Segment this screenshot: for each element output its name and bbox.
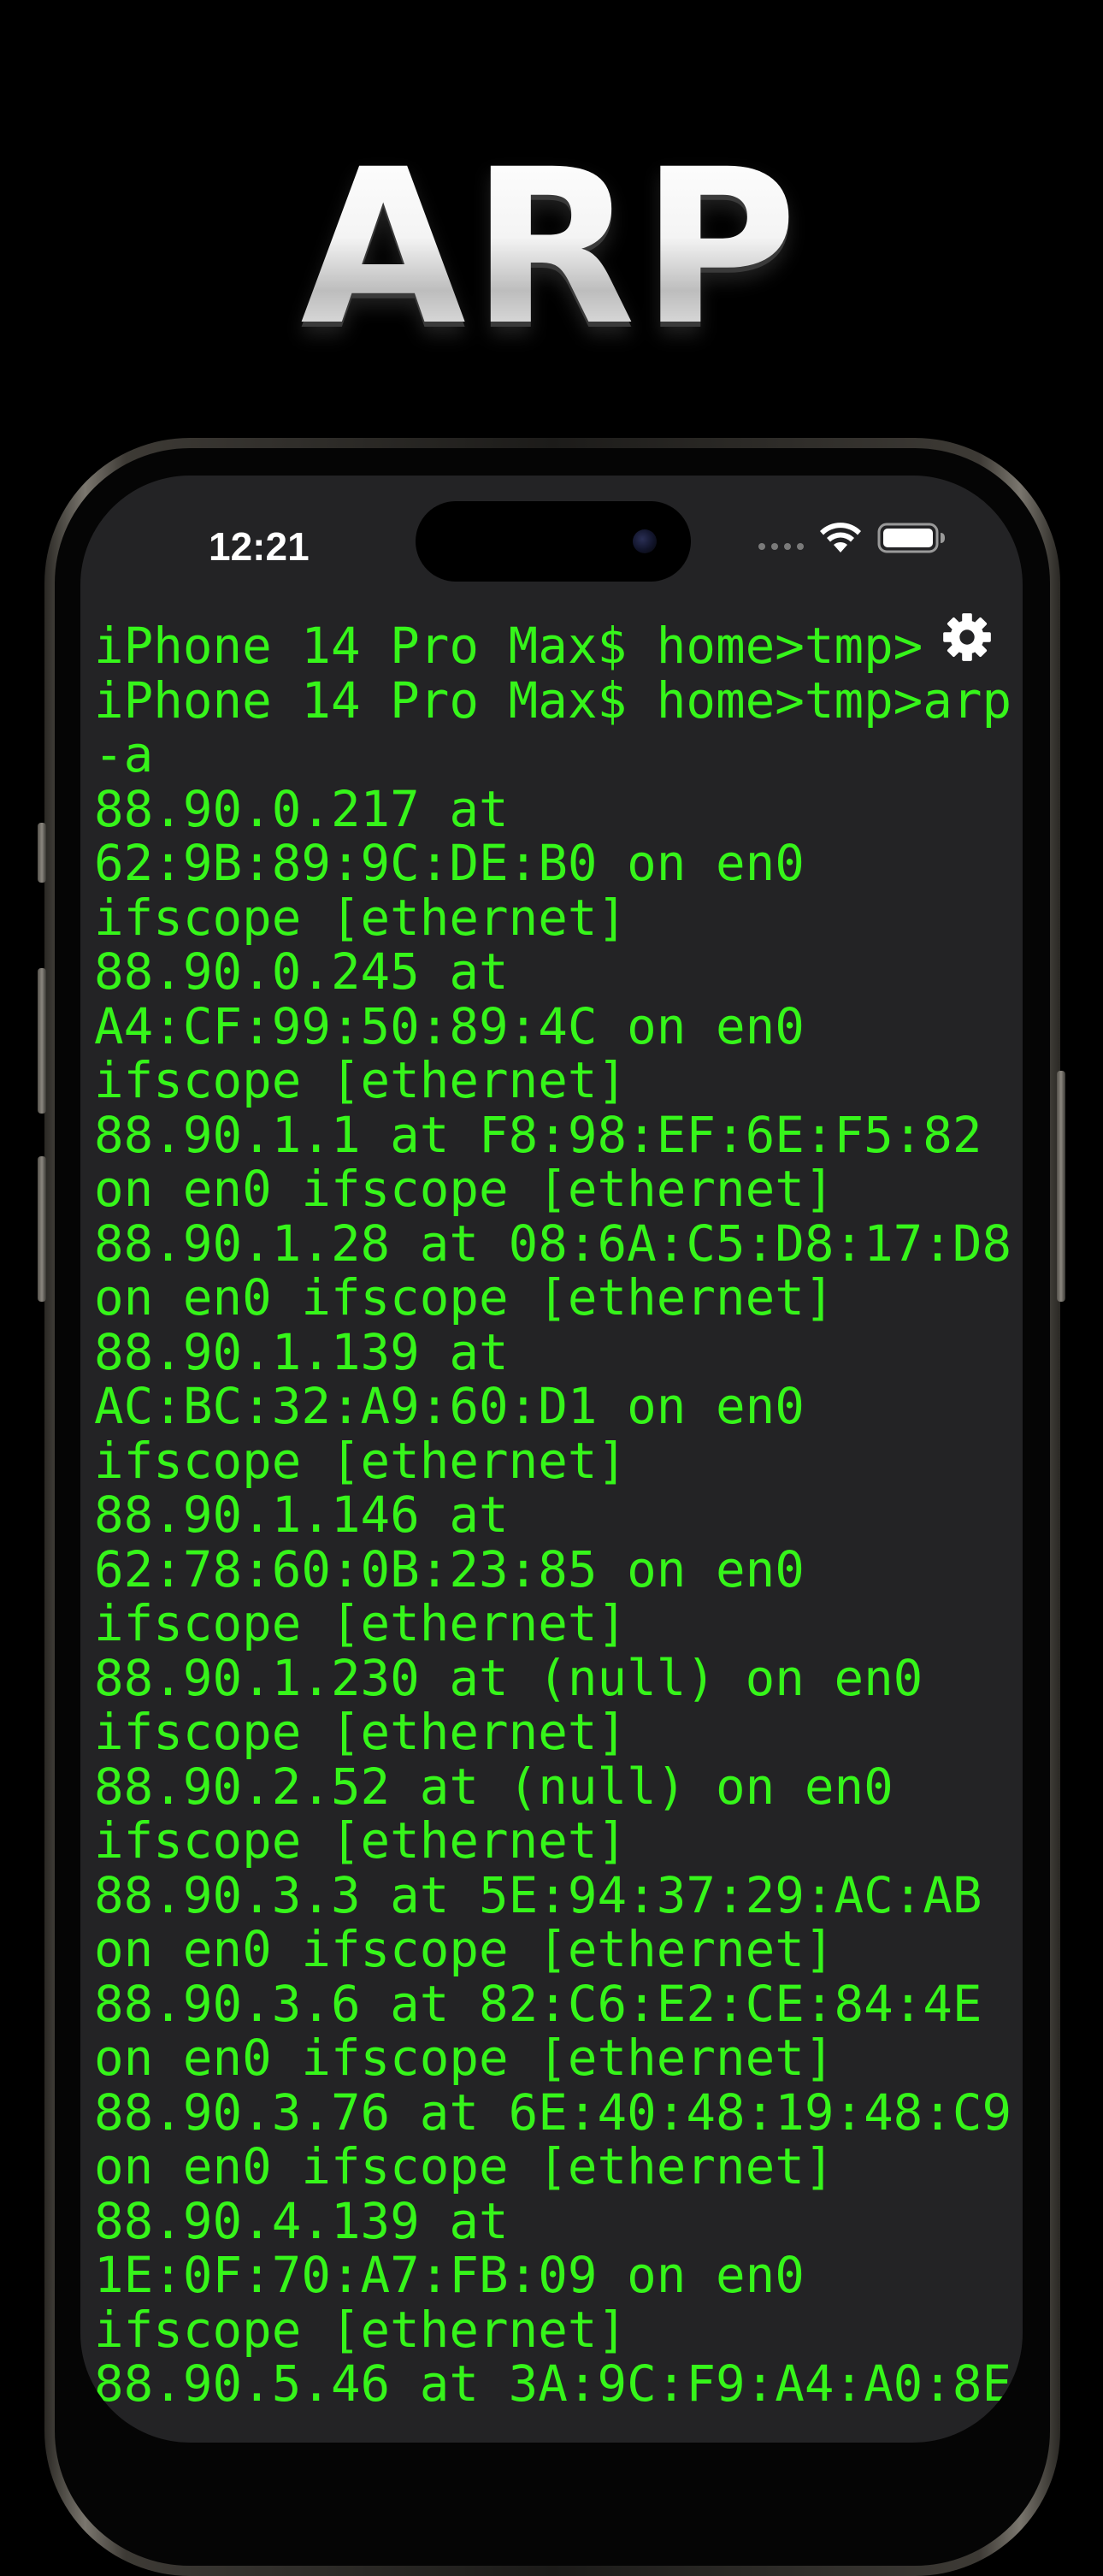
wifi-icon: [820, 523, 861, 552]
action-button: [38, 823, 46, 883]
terminal-line: ifscope [ethernet]: [94, 2301, 628, 2359]
cellular-dots-icon: [758, 543, 804, 550]
terminal-line: A4:CF:99:50:89:4C on en0: [94, 997, 805, 1055]
terminal-line: 88.90.1.139 at: [94, 1323, 509, 1381]
status-icons: [758, 522, 946, 554]
terminal-line: 88.90.0.245 at: [94, 943, 509, 1001]
terminal-line: 88.90.1.1 at F8:98:EF:6E:F5:82: [94, 1106, 982, 1164]
terminal-line: on en0 ifscope [ethernet]: [94, 2029, 835, 2087]
terminal-line: ifscope [ethernet]: [94, 1812, 628, 1870]
terminal-line: on en0 ifscope [ethernet]: [94, 1921, 835, 1978]
terminal-line: 62:9B:89:9C:DE:B0 on en0: [94, 835, 805, 892]
terminal-line: 1E:0F:70:A7:FB:09 on en0: [94, 2247, 805, 2304]
page-title: ARP: [0, 141, 1103, 355]
terminal-line: AC:BC:32:A9:60:D1 on en0: [94, 1378, 805, 1435]
battery-icon: [877, 523, 945, 553]
terminal-line: -a: [94, 726, 154, 783]
terminal-line: 62:78:60:0B:23:85 on en0: [94, 1540, 805, 1598]
terminal-line: 88.90.0.217 at: [94, 780, 509, 838]
dynamic-island: [416, 501, 691, 582]
terminal-line: 88.90.2.52 at (null) on en0: [94, 1758, 894, 1816]
power-button: [1057, 1071, 1065, 1302]
terminal-line: iPhone 14 Pro Max$ home>tmp>: [94, 617, 923, 675]
volume-down-button: [38, 1156, 46, 1302]
terminal-line: on en0 ifscope [ethernet]: [94, 2138, 835, 2195]
terminal-line: on en0 ifscope [ethernet]: [94, 1269, 835, 1326]
terminal-line: ifscope [ethernet]: [94, 1052, 628, 1109]
terminal-line: ifscope [ethernet]: [94, 1432, 628, 1490]
terminal-line: 88.90.1.28 at 08:6A:C5:D8:17:D8: [94, 1214, 1012, 1273]
volume-up-button: [38, 968, 46, 1114]
app-screen: 12:21 iPhone 14 Pro Max$ home>tmp> iPhon…: [80, 476, 1023, 2443]
terminal-line: on en0 ifscope [ethernet]: [94, 1161, 835, 1218]
terminal-line: ifscope [ethernet]: [94, 889, 628, 947]
terminal-line: 88.90.5.46 at 3A:9C:F9:A4:A0:8E: [94, 2355, 1012, 2413]
terminal-line: 88.90.3.3 at 5E:94:37:29:AC:AB: [94, 1866, 982, 1924]
terminal-line: ifscope [ethernet]: [94, 1595, 628, 1652]
terminal-line: 88.90.3.6 at 82:C6:E2:CE:84:4E: [94, 1975, 982, 2033]
terminal-line: ifscope [ethernet]: [94, 1704, 628, 1761]
camera-lens-icon: [633, 529, 657, 553]
terminal-line: iPhone 14 Pro Max$ home>tmp>arp: [94, 671, 1012, 730]
terminal-output[interactable]: iPhone 14 Pro Max$ home>tmp> iPhone 14 Pr…: [94, 619, 1013, 2412]
status-time: 12:21: [209, 524, 310, 569]
terminal-line: 88.90.4.139 at: [94, 2192, 509, 2250]
terminal-line: 88.90.1.230 at (null) on en0: [94, 1649, 923, 1707]
terminal-line: 88.90.3.76 at 6E:40:48:19:48:C9: [94, 2083, 1012, 2142]
terminal-line: 88.90.1.146 at: [94, 1486, 509, 1544]
